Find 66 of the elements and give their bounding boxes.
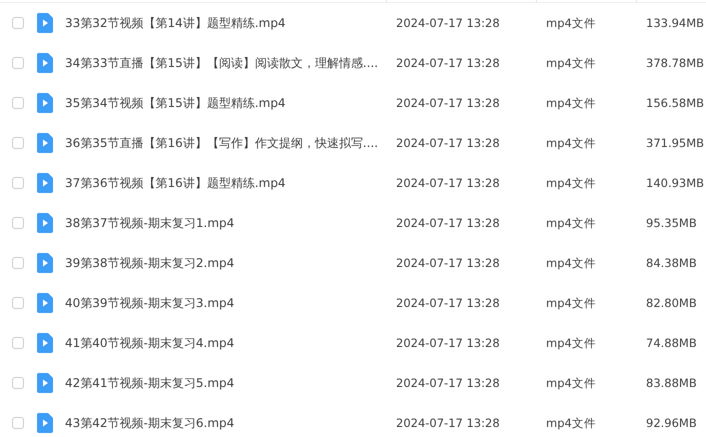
video-file-icon	[37, 173, 53, 193]
checkbox[interactable]	[12, 137, 24, 149]
video-file-icon	[37, 133, 53, 153]
modified-date: 2024-07-17 13:28	[396, 336, 501, 350]
video-file-icon	[37, 293, 53, 313]
file-name[interactable]: 43第42节视频-期末复习6.mp4	[65, 414, 385, 432]
file-type: mp4文件	[546, 136, 597, 150]
file-type: mp4文件	[546, 256, 597, 270]
checkbox[interactable]	[12, 377, 24, 389]
file-type: mp4文件	[546, 376, 597, 390]
file-size: 95.35MB	[646, 216, 698, 230]
modified-date: 2024-07-17 13:28	[396, 256, 501, 270]
modified-date: 2024-07-17 13:28	[396, 176, 501, 190]
file-type: mp4文件	[546, 16, 597, 30]
modified-date: 2024-07-17 13:28	[396, 416, 501, 430]
video-file-icon	[37, 93, 53, 113]
video-file-icon	[37, 413, 53, 433]
checkbox[interactable]	[12, 337, 24, 349]
file-name[interactable]: 41第40节视频-期末复习4.mp4	[65, 334, 385, 352]
file-type: mp4文件	[546, 336, 597, 350]
checkbox[interactable]	[12, 177, 24, 189]
file-type: mp4文件	[546, 96, 597, 110]
video-file-icon	[37, 13, 53, 33]
file-type: mp4文件	[546, 176, 597, 190]
checkbox[interactable]	[12, 97, 24, 109]
file-name[interactable]: 40第39节视频-期末复习3.mp4	[65, 294, 385, 312]
file-name[interactable]: 35第34节视频【第15讲】题型精练.mp4	[65, 94, 385, 112]
video-file-icon	[37, 53, 53, 73]
file-name[interactable]: 39第38节视频-期末复习2.mp4	[65, 254, 385, 272]
file-size: 133.94MB	[646, 16, 706, 30]
file-type: mp4文件	[546, 56, 597, 70]
video-file-icon	[37, 373, 53, 393]
file-name[interactable]: 33第32节视频【第14讲】题型精练.mp4	[65, 14, 385, 32]
video-file-icon	[37, 333, 53, 353]
file-size: 140.93MB	[646, 176, 706, 190]
modified-date: 2024-07-17 13:28	[396, 16, 501, 30]
file-size: 156.58MB	[646, 96, 706, 110]
file-name[interactable]: 42第41节视频-期末复习5.mp4	[65, 374, 385, 392]
file-size: 378.78MB	[646, 56, 706, 70]
modified-date: 2024-07-17 13:28	[396, 96, 501, 110]
checkbox[interactable]	[12, 297, 24, 309]
modified-date: 2024-07-17 13:28	[396, 296, 501, 310]
file-name[interactable]: 38第37节视频-期末复习1.mp4	[65, 214, 385, 232]
file-size: 92.96MB	[646, 416, 698, 430]
file-size: 84.38MB	[646, 256, 698, 270]
modified-date: 2024-07-17 13:28	[396, 56, 501, 70]
file-size: 83.88MB	[646, 376, 698, 390]
file-size: 74.88MB	[646, 336, 698, 350]
file-type: mp4文件	[546, 296, 597, 310]
checkbox[interactable]	[12, 217, 24, 229]
file-name[interactable]: 34第33节直播【第15讲】【阅读】阅读散文，理解情感....	[65, 54, 385, 72]
modified-date: 2024-07-17 13:28	[396, 376, 501, 390]
file-size: 82.80MB	[646, 296, 698, 310]
file-type: mp4文件	[546, 416, 597, 430]
modified-date: 2024-07-17 13:28	[396, 136, 501, 150]
file-size: 371.95MB	[646, 136, 706, 150]
checkbox[interactable]	[12, 57, 24, 69]
file-name[interactable]: 36第35节直播【第16讲】【写作】作文提纲，快速拟写....	[65, 134, 385, 152]
modified-date: 2024-07-17 13:28	[396, 216, 501, 230]
checkbox[interactable]	[12, 17, 24, 29]
video-file-icon	[37, 253, 53, 273]
video-file-icon	[37, 213, 53, 233]
checkbox[interactable]	[12, 417, 24, 429]
file-type: mp4文件	[546, 216, 597, 230]
checkbox[interactable]	[12, 257, 24, 269]
file-name[interactable]: 37第36节视频【第16讲】题型精练.mp4	[65, 174, 385, 192]
